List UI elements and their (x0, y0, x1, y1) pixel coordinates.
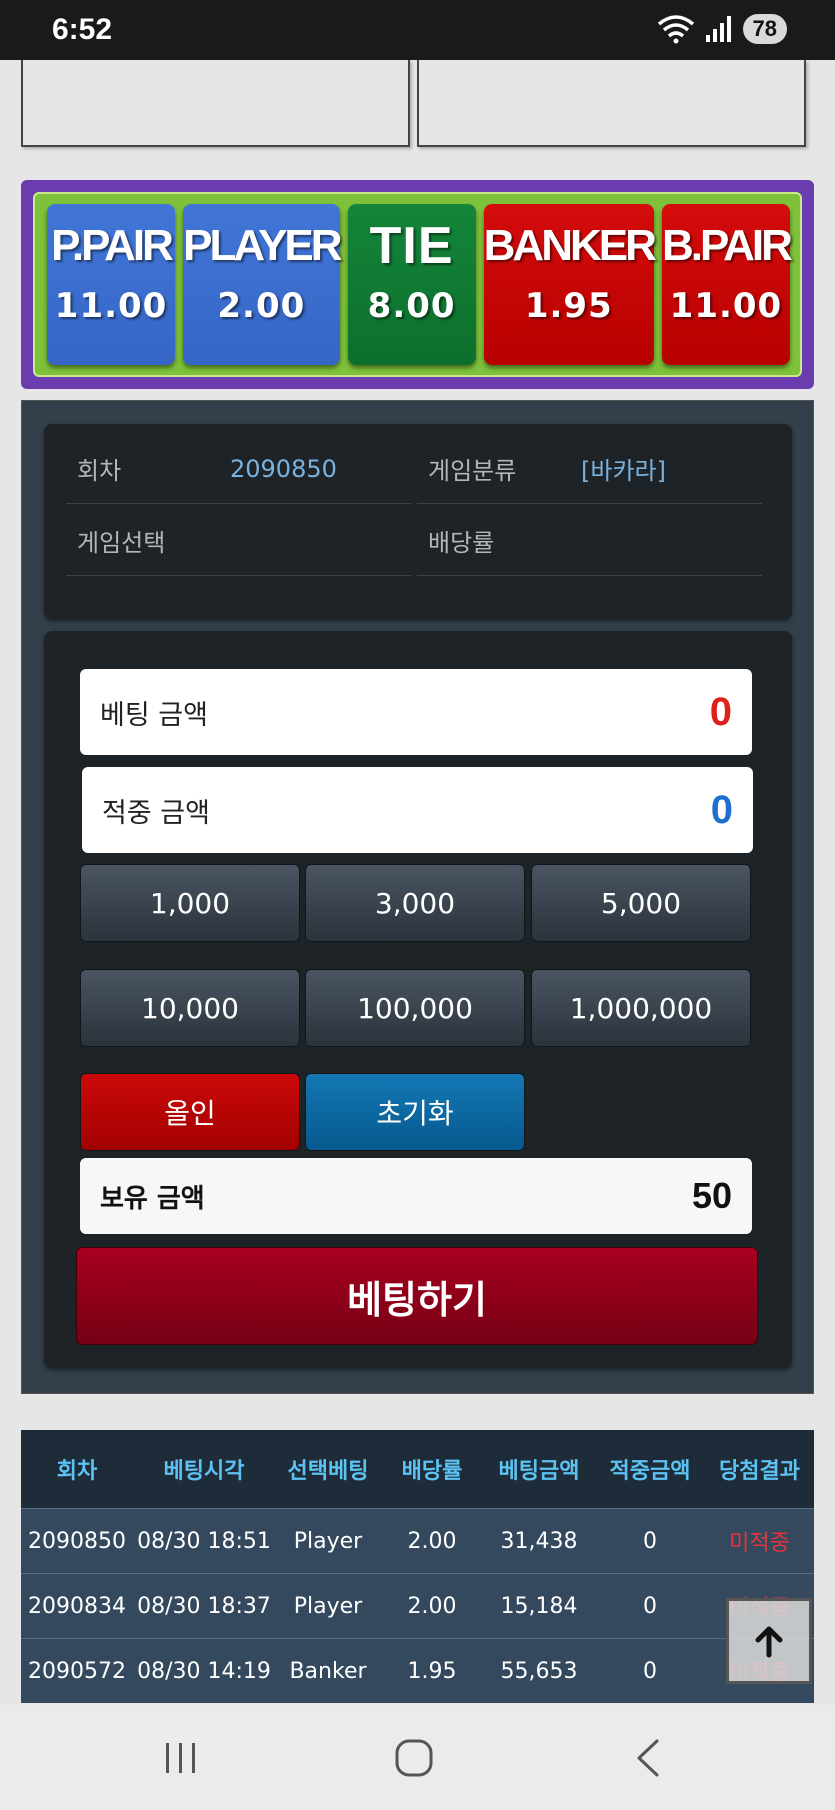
odds-options: P.PAIR 11.00 PLAYER 2.00 TIE 8.00 BANKER… (33, 192, 802, 377)
round-label: 회차 (77, 457, 122, 485)
cell-selection: Player (293, 1528, 363, 1554)
option-name: B.PAIR (662, 221, 793, 270)
cell-bet-amount: 55,653 (500, 1658, 578, 1684)
option-odds: 1.95 (524, 286, 613, 326)
info-category: 게임분류 [바카라] (417, 434, 762, 504)
info-round: 회차 2090850 (66, 434, 411, 504)
scroll-top-button[interactable] (726, 1598, 812, 1684)
cell-odds: 2.00 (407, 1593, 457, 1619)
table-row: 2090850 08/30 18:51 Player 2.00 31,438 0… (21, 1508, 814, 1573)
header-time: 베팅시각 (163, 1459, 245, 1484)
header-win-amount: 적중금액 (609, 1459, 691, 1484)
cell-time: 08/30 18:51 (137, 1528, 271, 1554)
cell-selection: Player (293, 1593, 363, 1619)
bet-option-b-pair[interactable]: B.PAIR 11.00 (661, 204, 793, 365)
cell-round: 2090834 (28, 1593, 126, 1619)
arrow-up-icon (755, 1626, 783, 1658)
balance-row: 보유 금액 50 (80, 1158, 752, 1234)
bet-option-banker[interactable]: BANKER 1.95 (483, 204, 657, 365)
cell-bet-amount: 31,438 (500, 1528, 578, 1554)
info-selection: 게임선택 (66, 506, 411, 576)
bet-amount-value: 0 (709, 689, 732, 734)
category-value: [바카라] (581, 457, 666, 485)
option-odds: 2.00 (217, 286, 306, 326)
all-in-button[interactable]: 올인 (80, 1073, 300, 1151)
win-amount-value: 0 (710, 787, 733, 832)
chip-1000-button[interactable]: 1,000 (80, 864, 300, 942)
table-header: 회차 베팅시각 선택베팅 배당률 베팅금액 적중금액 당첨결과 (21, 1430, 814, 1508)
recent-apps-icon (166, 1743, 195, 1773)
bet-amount-label: 베팅 금액 (100, 699, 208, 731)
home-button[interactable] (384, 1733, 444, 1783)
bet-amount-row: 베팅 금액 0 (80, 669, 752, 755)
table-row: 2090834 08/30 18:37 Player 2.00 15,184 0… (21, 1573, 814, 1638)
cell-win-amount: 0 (643, 1593, 657, 1619)
game-info-card: 회차 2090850 게임분류 [바카라] 게임선택 배당률 (44, 424, 792, 619)
chip-100000-button[interactable]: 100,000 (305, 969, 525, 1047)
cell-odds: 2.00 (407, 1528, 457, 1554)
win-amount-row: 적중 금액 0 (82, 767, 753, 853)
bet-option-player[interactable]: PLAYER 2.00 (183, 204, 343, 365)
cell-round: 2090850 (28, 1528, 126, 1554)
selection-label: 게임선택 (77, 529, 166, 557)
battery-indicator: 78 (742, 14, 787, 44)
odds-label: 배당률 (428, 529, 495, 557)
status-icons: 78 (657, 14, 787, 44)
back-icon (637, 1739, 659, 1777)
chip-5000-button[interactable]: 5,000 (531, 864, 751, 942)
cell-result: 미적중 (729, 1531, 790, 1556)
top-box-left (21, 60, 410, 147)
balance-value: 50 (691, 1175, 732, 1216)
cell-win-amount: 0 (643, 1658, 657, 1684)
balance-label: 보유 금액 (100, 1183, 205, 1214)
signal-icon (705, 16, 731, 42)
bet-option-p-pair[interactable]: P.PAIR 11.00 (47, 204, 176, 365)
home-icon (395, 1739, 433, 1777)
category-label: 게임분류 (428, 457, 517, 485)
option-odds: 11.00 (54, 286, 168, 326)
chip-1000000-button[interactable]: 1,000,000 (531, 969, 751, 1047)
bet-option-tie[interactable]: TIE 8.00 (347, 204, 476, 365)
cell-win-amount: 0 (643, 1528, 657, 1554)
round-value: 2090850 (230, 454, 337, 483)
option-name: TIE (369, 217, 454, 275)
status-bar: 6:52 78 (0, 0, 835, 60)
win-amount-label: 적중 금액 (102, 797, 210, 829)
reset-button[interactable]: 초기화 (305, 1073, 525, 1151)
table-row: 2090572 08/30 14:19 Banker 1.95 55,653 0… (21, 1638, 814, 1703)
cell-time: 08/30 14:19 (137, 1658, 271, 1684)
info-odds: 배당률 (417, 506, 762, 576)
option-odds: 11.00 (669, 286, 783, 326)
header-bet-amount: 베팅금액 (498, 1459, 580, 1484)
place-bet-button[interactable]: 베팅하기 (76, 1247, 758, 1345)
option-odds: 8.00 (367, 286, 456, 326)
option-name: P.PAIR (51, 221, 174, 270)
option-name: BANKER (483, 221, 657, 270)
bet-history-table: 회차 베팅시각 선택베팅 배당률 베팅금액 적중금액 당첨결과 2090850 … (21, 1430, 814, 1703)
header-round: 회차 (56, 1459, 98, 1484)
chip-3000-button[interactable]: 3,000 (305, 864, 525, 942)
cell-round: 2090572 (28, 1658, 126, 1684)
recent-apps-button[interactable] (151, 1733, 211, 1783)
header-odds: 배당률 (401, 1459, 463, 1484)
option-name: PLAYER (183, 221, 342, 270)
header-selection: 선택베팅 (287, 1459, 369, 1484)
cell-time: 08/30 18:37 (137, 1593, 271, 1619)
odds-panel: P.PAIR 11.00 PLAYER 2.00 TIE 8.00 BANKER… (21, 180, 814, 389)
top-box-right (417, 60, 806, 147)
system-nav-bar (0, 1705, 835, 1810)
cell-bet-amount: 15,184 (500, 1593, 578, 1619)
wifi-icon (657, 15, 694, 44)
back-button[interactable] (618, 1733, 678, 1783)
header-result: 당첨결과 (719, 1459, 800, 1484)
cell-selection: Banker (289, 1658, 367, 1684)
chip-10000-button[interactable]: 10,000 (80, 969, 300, 1047)
cell-odds: 1.95 (407, 1658, 457, 1684)
status-time: 6:52 (52, 13, 113, 46)
